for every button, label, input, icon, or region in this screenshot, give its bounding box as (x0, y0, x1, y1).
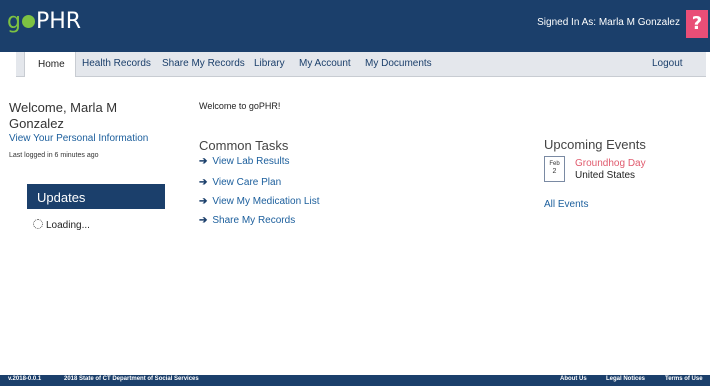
version-text: v.2018-0.0.1 (8, 376, 42, 382)
logout-link[interactable]: Logout (652, 58, 683, 69)
tab-home-label: Home (38, 59, 65, 70)
footer-about-us-link[interactable]: About Us (560, 376, 587, 382)
tab-library[interactable]: Library (254, 58, 285, 69)
view-personal-info-link[interactable]: View Your Personal Information (9, 133, 148, 144)
loading-text: Loading... (46, 220, 90, 231)
updates-panel-header: Updates (27, 184, 165, 209)
event-location: United States (575, 170, 636, 181)
arrow-right-icon: ➔ (199, 215, 208, 226)
footer-legal-notices-link[interactable]: Legal Notices (606, 376, 645, 382)
help-icon[interactable]: ? (686, 10, 708, 38)
spinner-icon (33, 219, 43, 229)
copyright-text: 2018 State of CT Department of Social Se… (64, 376, 199, 382)
arrow-right-icon: ➔ (199, 196, 208, 207)
footer-terms-link[interactable]: Terms of Use (665, 376, 703, 382)
welcome-heading: Welcome, Marla M Gonzalez (9, 100, 118, 131)
task-label: Share My Records (212, 215, 296, 226)
main-nav: Home Health Records Share My Records Lib… (16, 52, 706, 77)
task-share-my-records[interactable]: ➔ Share My Records (199, 215, 295, 226)
app-header: g PHR Signed In As: Marla M Gonzalez ? (0, 0, 710, 52)
event-day: 2 (552, 168, 557, 175)
tab-health-records[interactable]: Health Records (82, 58, 151, 69)
arrow-right-icon: ➔ (199, 156, 208, 167)
gophr-logo[interactable]: g PHR (7, 7, 81, 37)
updates-title: Updates (37, 190, 86, 205)
upcoming-events-title: Upcoming Events (544, 137, 646, 152)
last-login-text: Last logged in 6 minutes ago (9, 152, 99, 159)
common-tasks-title: Common Tasks (199, 138, 289, 153)
logo-g: g (7, 9, 21, 34)
tab-my-account[interactable]: My Account (299, 58, 351, 69)
tab-home[interactable]: Home (24, 52, 76, 77)
task-label: View Care Plan (212, 177, 282, 188)
task-view-care-plan[interactable]: ➔ View Care Plan (199, 177, 281, 188)
arrow-right-icon: ➔ (199, 177, 208, 188)
welcome-message: Welcome to goPHR! (199, 101, 281, 111)
tab-share-my-records[interactable]: Share My Records (162, 58, 245, 69)
tab-my-documents[interactable]: My Documents (365, 58, 432, 69)
event-name-link[interactable]: Groundhog Day (575, 158, 646, 169)
page-footer: v.2018-0.0.1 2018 State of CT Department… (0, 375, 710, 386)
updates-loading: Loading... (33, 219, 90, 231)
event-month: Feb (549, 161, 560, 167)
calendar-date-icon: Feb 2 (544, 156, 565, 182)
task-label: View My Medication List (212, 196, 320, 207)
task-view-medication-list[interactable]: ➔ View My Medication List (199, 196, 319, 207)
task-label: View Lab Results (212, 156, 290, 167)
logo-text: PHR (35, 9, 82, 34)
task-view-lab-results[interactable]: ➔ View Lab Results (199, 156, 289, 167)
all-events-link[interactable]: All Events (544, 199, 588, 210)
signed-in-label: Signed In As: Marla M Gonzalez (537, 17, 680, 28)
logo-dot (21, 15, 35, 28)
